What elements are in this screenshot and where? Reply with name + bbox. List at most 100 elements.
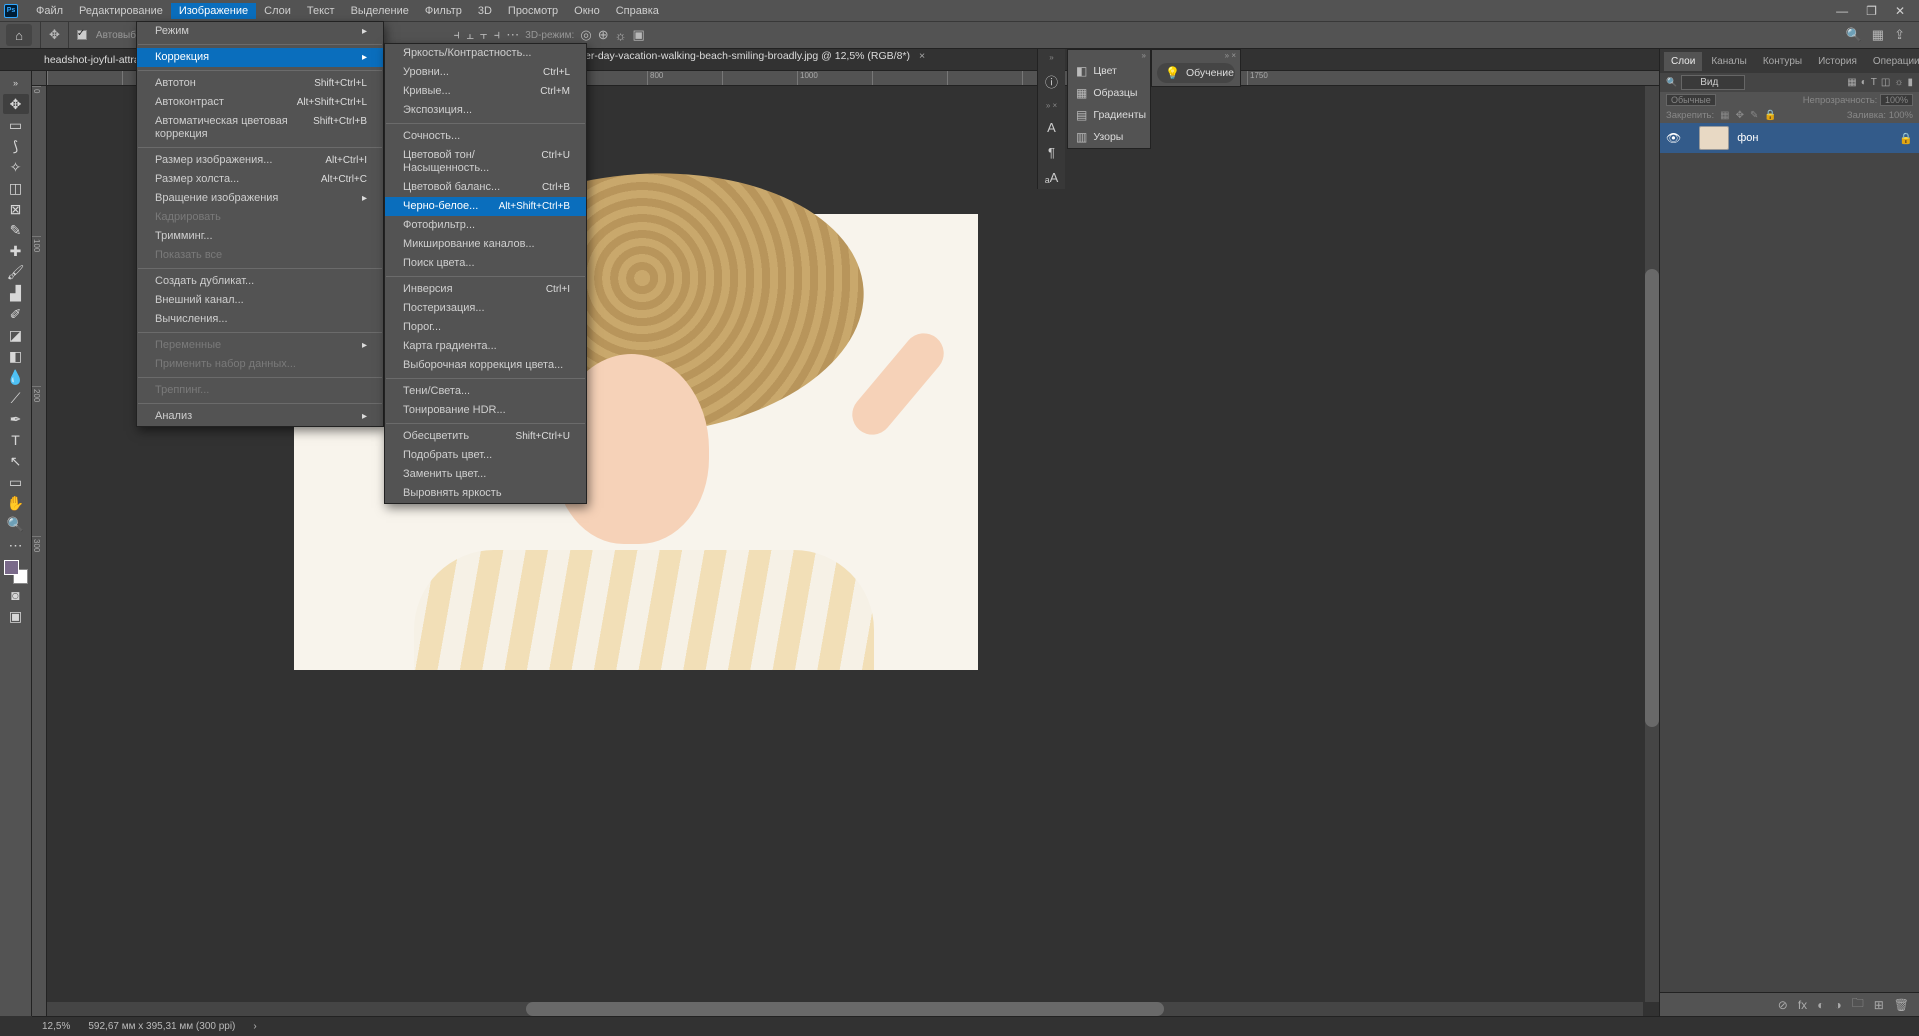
menu-item-слои[interactable]: Слои: [256, 3, 299, 19]
menu-item-текст[interactable]: Текст: [299, 3, 343, 19]
menu-item[interactable]: Микширование каналов...: [385, 235, 586, 254]
heal-tool[interactable]: ✚: [3, 241, 29, 261]
orbit-icon[interactable]: ◎: [580, 27, 591, 43]
menu-item[interactable]: Постеризация...: [385, 299, 586, 318]
stamp-tool[interactable]: ▟: [3, 283, 29, 303]
filter-kind-select[interactable]: Вид: [1681, 75, 1745, 90]
blur-tool[interactable]: 💧: [3, 367, 29, 387]
menu-item[interactable]: Фотофильтр...: [385, 216, 586, 235]
panel-button[interactable]: ▦Образцы: [1068, 82, 1150, 104]
menu-item-файл[interactable]: Файл: [28, 3, 71, 19]
menu-item[interactable]: Яркость/Контрастность...: [385, 44, 586, 63]
path-tool[interactable]: ↖: [3, 451, 29, 471]
move-tool[interactable]: ✥: [3, 94, 29, 114]
h-scrollbar[interactable]: [47, 1002, 1643, 1016]
panel-tab[interactable]: Операции: [1866, 52, 1919, 71]
mask-icon[interactable]: ◐: [1817, 998, 1824, 1012]
filter-icon[interactable]: T: [1871, 77, 1877, 88]
ellipsis-icon[interactable]: ⋯: [3, 535, 29, 555]
panel-tab[interactable]: Слои: [1664, 52, 1702, 71]
menu-item-3d[interactable]: 3D: [470, 3, 500, 19]
panel-button[interactable]: ▥Узоры: [1068, 126, 1150, 148]
tab-close-icon[interactable]: ×: [919, 50, 925, 62]
pan-icon[interactable]: ⊕: [598, 27, 609, 43]
menu-item-окно[interactable]: Окно: [566, 3, 608, 19]
align-icon[interactable]: ⫞: [494, 27, 501, 43]
glyph-panel-icon[interactable]: ₐA: [1045, 170, 1059, 185]
menu-item[interactable]: Размер изображения...Alt+Ctrl+I: [137, 151, 383, 170]
marquee-tool[interactable]: ▭: [3, 115, 29, 135]
menu-item-выделение[interactable]: Выделение: [343, 3, 417, 19]
eyedropper-tool[interactable]: ✎: [3, 220, 29, 240]
lasso-tool[interactable]: ⟆: [3, 136, 29, 156]
menu-item[interactable]: Создать дубликат...: [137, 272, 383, 291]
new-layer-icon[interactable]: ⊞: [1874, 998, 1884, 1012]
menu-item-изображение[interactable]: Изображение: [171, 3, 256, 19]
menu-item[interactable]: Размер холста...Alt+Ctrl+C: [137, 170, 383, 189]
align-icon[interactable]: ⫟: [480, 27, 488, 43]
panel-button[interactable]: ▤Градиенты: [1068, 104, 1150, 126]
wand-tool[interactable]: ✧: [3, 157, 29, 177]
fx-icon[interactable]: fx: [1798, 998, 1807, 1012]
menu-item[interactable]: Вычисления...: [137, 310, 383, 329]
menu-item[interactable]: Карта градиента...: [385, 337, 586, 356]
close-icon[interactable]: ✕: [1895, 4, 1905, 18]
panel-button[interactable]: ◧Цвет: [1068, 60, 1150, 82]
menu-item[interactable]: Анализ▸: [137, 407, 383, 426]
menu-item-просмотр[interactable]: Просмотр: [500, 3, 566, 19]
visibility-icon[interactable]: 👁: [1666, 131, 1681, 145]
fill-input[interactable]: 100%: [1889, 110, 1913, 121]
align-icon[interactable]: ⫠: [466, 27, 474, 43]
menu-item[interactable]: Поиск цвета...: [385, 254, 586, 273]
share-icon[interactable]: ⇪: [1894, 27, 1905, 43]
search-icon[interactable]: 🔍: [1846, 27, 1862, 43]
crop-tool[interactable]: ◫: [3, 178, 29, 198]
menu-item[interactable]: Заменить цвет...: [385, 465, 586, 484]
menu-item[interactable]: Цветовой баланс...Ctrl+B: [385, 178, 586, 197]
menu-item-фильтр[interactable]: Фильтр: [417, 3, 470, 19]
history-brush-tool[interactable]: ✐: [3, 304, 29, 324]
eraser-tool[interactable]: ◪: [3, 325, 29, 345]
adjust-icon[interactable]: ◑: [1834, 998, 1841, 1012]
menu-item[interactable]: ОбесцветитьShift+Ctrl+U: [385, 427, 586, 446]
menu-item[interactable]: ИнверсияCtrl+I: [385, 280, 586, 299]
shape-tool[interactable]: ▭: [3, 472, 29, 492]
filter-icon[interactable]: ◐: [1861, 77, 1867, 88]
menu-item[interactable]: Цветовой тон/Насыщенность...Ctrl+U: [385, 146, 586, 178]
align-icon[interactable]: ⫞: [454, 27, 461, 43]
filter-toggle[interactable]: ▮: [1907, 77, 1913, 88]
menu-item[interactable]: Коррекция▸: [137, 48, 383, 67]
gradient-tool[interactable]: ◧: [3, 346, 29, 366]
expand-icon[interactable]: ›: [253, 1021, 256, 1032]
hand-tool[interactable]: ✋: [3, 493, 29, 513]
menu-item[interactable]: Кривые...Ctrl+M: [385, 82, 586, 101]
menu-item[interactable]: Выровнять яркость: [385, 484, 586, 503]
learn-panel-button[interactable]: 💡 Обучение: [1157, 63, 1235, 83]
menu-item[interactable]: Подобрать цвет...: [385, 446, 586, 465]
link-layers-icon[interactable]: ⊘: [1778, 998, 1788, 1012]
mask-mode-icon[interactable]: ◙: [3, 585, 29, 605]
menu-item[interactable]: Сочность...: [385, 127, 586, 146]
toolbar-collapse-icon[interactable]: »: [3, 73, 29, 93]
filter-icon[interactable]: ▦: [1847, 77, 1856, 88]
panel-tab[interactable]: Контуры: [1756, 52, 1809, 71]
more-icon[interactable]: ⋯: [506, 27, 519, 43]
lock-pixels-icon[interactable]: ▦: [1720, 110, 1729, 121]
light-icon[interactable]: ☼: [615, 28, 627, 43]
lock-position-icon[interactable]: ✥: [1736, 110, 1744, 121]
home-button[interactable]: ⌂: [6, 24, 32, 46]
char-panel-icon[interactable]: A: [1047, 120, 1056, 135]
menu-item-справка[interactable]: Справка: [608, 3, 667, 19]
menu-item[interactable]: Черно-белое...Alt+Shift+Ctrl+B: [385, 197, 586, 216]
filter-icon[interactable]: ◫: [1881, 77, 1890, 88]
auto-select-checkbox[interactable]: [77, 30, 87, 40]
layer-row[interactable]: 👁 фон 🔒: [1660, 123, 1919, 153]
menu-item[interactable]: Тримминг...: [137, 227, 383, 246]
zoom-level[interactable]: 12,5%: [42, 1021, 70, 1032]
paragraph-panel-icon[interactable]: ¶: [1048, 145, 1055, 160]
lock-fill-icon[interactable]: ✎: [1750, 110, 1758, 121]
filter-icon[interactable]: ☼: [1894, 77, 1903, 88]
opacity-input[interactable]: 100%: [1880, 94, 1913, 106]
info-panel-icon[interactable]: ⓘ: [1045, 72, 1058, 91]
type-tool[interactable]: T: [3, 430, 29, 450]
